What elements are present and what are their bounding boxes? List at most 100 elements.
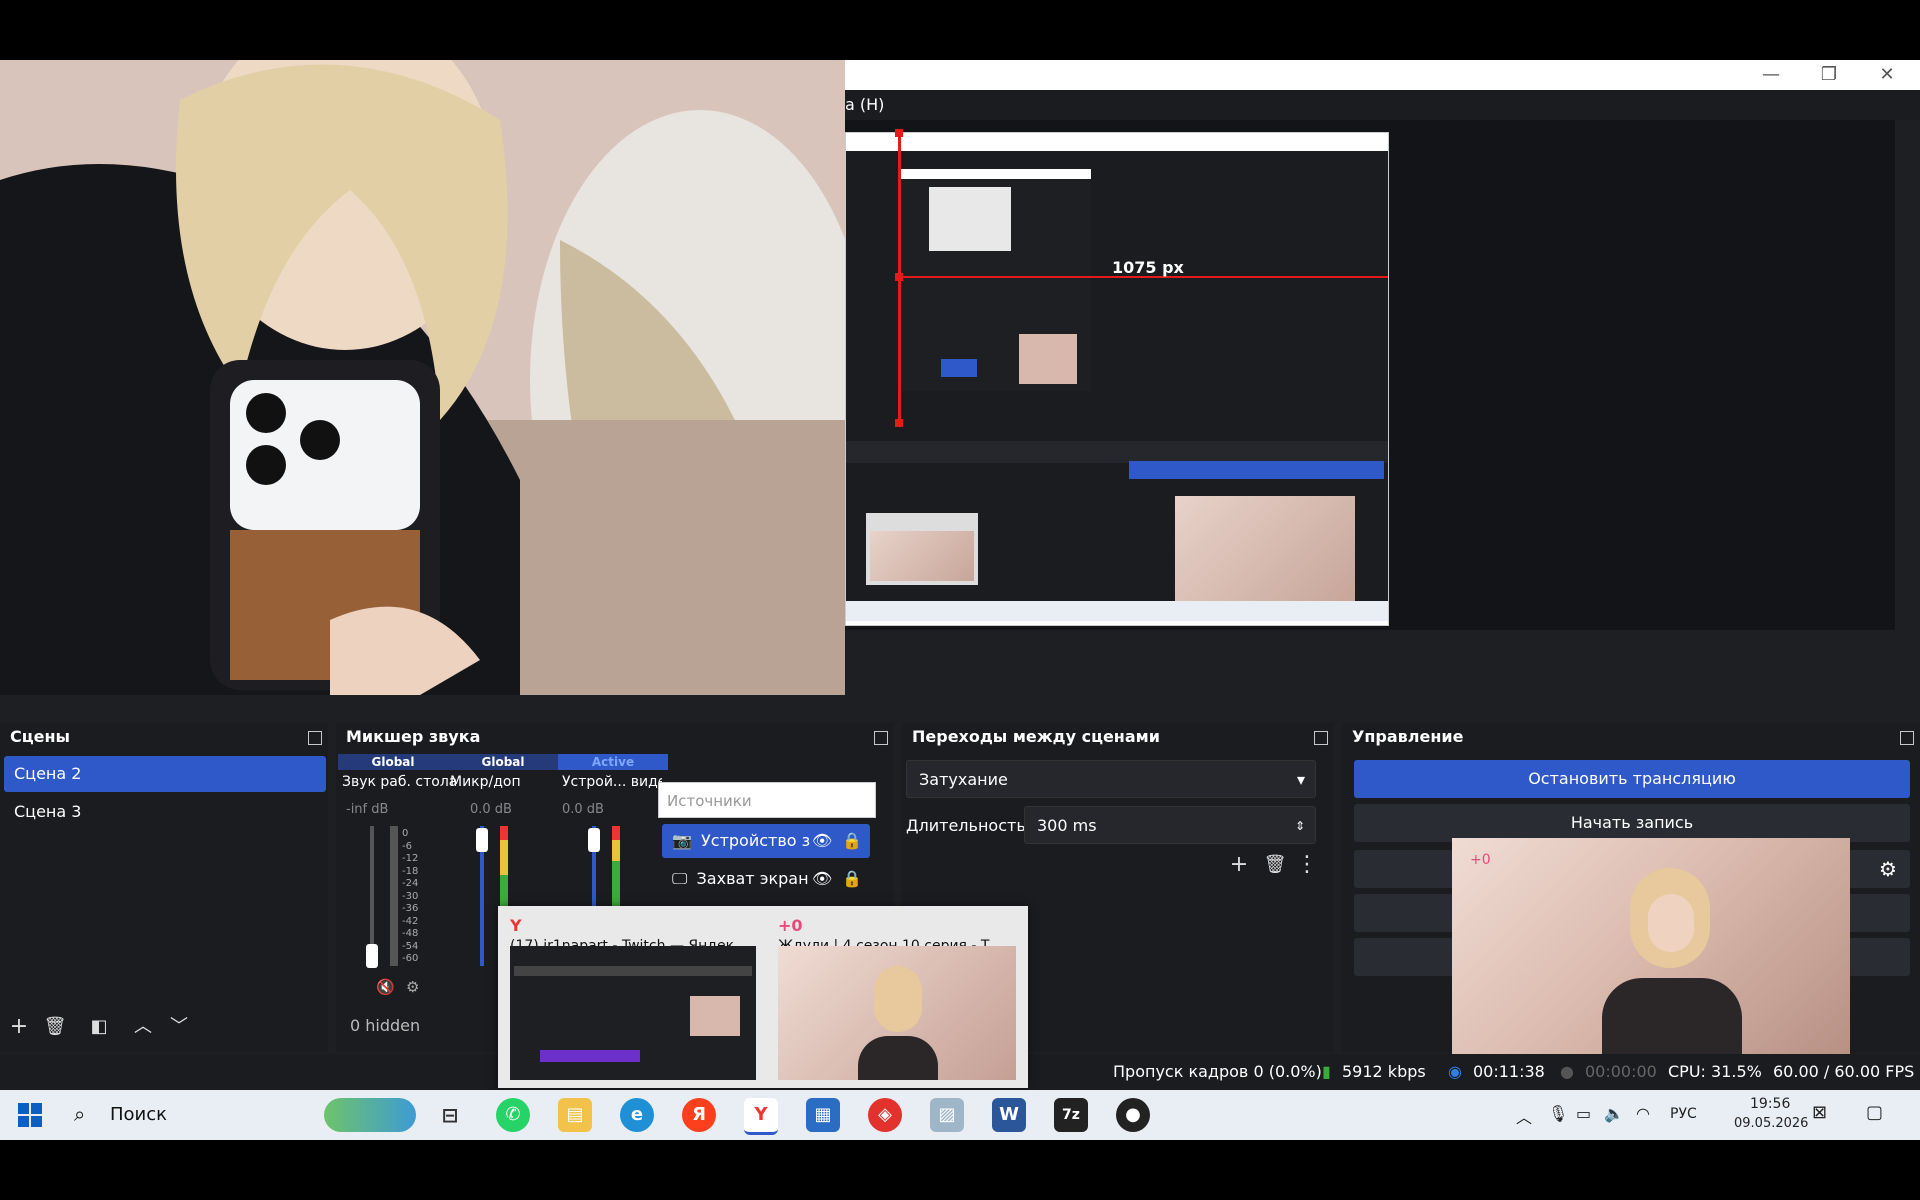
dimension-label: 1075 px bbox=[1112, 258, 1184, 277]
taskbar-search[interactable]: ⌕ Поиск bbox=[60, 1090, 416, 1140]
person-body bbox=[1602, 978, 1742, 1062]
stepper-icon[interactable]: ⇕ bbox=[1295, 807, 1305, 845]
calculator-icon[interactable]: ▦ bbox=[806, 1098, 840, 1132]
undock-icon[interactable] bbox=[1314, 731, 1328, 745]
sevenzip-icon[interactable]: 7z bbox=[1054, 1098, 1088, 1132]
undock-icon[interactable] bbox=[308, 731, 322, 745]
channel-name-mic[interactable]: Микр/доп bbox=[450, 774, 521, 790]
signal-icon: ▮ bbox=[1322, 1062, 1331, 1081]
nested-stop-button bbox=[1129, 461, 1384, 479]
gear-icon[interactable]: ⚙ bbox=[1866, 850, 1910, 888]
scenes-dock: Сцены Сцена 2 Сцена 3 + 🗑 ◧ ︿ ﹀ bbox=[0, 722, 328, 1052]
nested-video-thumbnail bbox=[1175, 496, 1355, 601]
scene-item-2[interactable]: Сцена 2 bbox=[4, 756, 326, 792]
slider-handle[interactable] bbox=[588, 828, 600, 852]
nested-taskbar-preview bbox=[866, 513, 978, 585]
trash-icon[interactable]: 🗑 bbox=[40, 1012, 70, 1042]
add-scene-icon[interactable]: + bbox=[4, 1012, 34, 1042]
close-button[interactable]: ✕ bbox=[1858, 60, 1916, 90]
selection-handle-bottom[interactable] bbox=[895, 419, 903, 427]
nested-window bbox=[901, 169, 1091, 391]
eye-icon[interactable]: 👁 bbox=[812, 824, 832, 858]
yandex-browser-icon: Y bbox=[510, 916, 522, 935]
chevron-up-icon[interactable]: ︿ bbox=[128, 1012, 158, 1042]
camera-icon: 📷 bbox=[672, 831, 692, 850]
sources-header: Источники bbox=[658, 782, 876, 818]
selection-handle-mid[interactable] bbox=[895, 273, 903, 281]
search-highlight-image bbox=[324, 1098, 416, 1132]
source-item-device[interactable]: 📷 Устройство з 👁 🔒 bbox=[662, 824, 870, 858]
yandex-icon[interactable]: Я bbox=[682, 1098, 716, 1132]
undock-icon[interactable] bbox=[874, 731, 888, 745]
stream-time: 00:11:38 bbox=[1473, 1062, 1545, 1081]
channel-name-device[interactable]: Устрой... видео bbox=[562, 774, 662, 790]
bitrate: 5912 kbps bbox=[1342, 1062, 1426, 1081]
edge-icon[interactable]: e bbox=[620, 1098, 654, 1132]
photos-icon[interactable]: ▨ bbox=[930, 1098, 964, 1132]
preview-source-capture[interactable]: 1075 px bbox=[845, 129, 1389, 626]
lock-icon[interactable]: 🔒 bbox=[842, 862, 862, 896]
channel-name-desktop[interactable]: Звук раб. стола bbox=[342, 774, 457, 790]
chevron-down-icon[interactable]: ﹀ bbox=[164, 1012, 194, 1042]
preview-thumbnail-twitch[interactable] bbox=[510, 946, 756, 1080]
language-indicator[interactable]: РУС bbox=[1670, 1106, 1697, 1122]
microphone-icon[interactable]: 🎙 bbox=[1548, 1104, 1568, 1123]
menu-item-help[interactable]: а (H) bbox=[845, 95, 884, 114]
transition-select[interactable]: Затухание ▾ bbox=[906, 760, 1316, 798]
clock-date[interactable]: 09.05.2026 bbox=[1734, 1116, 1808, 1131]
file-explorer-icon[interactable]: ▤ bbox=[558, 1098, 592, 1132]
windows-taskbar: ⌕ Поиск ⊟ ✆ ▤ e Я Y ▦ ◈ ▨ W 7z ● ︿ 🎙 ▭ 🔈… bbox=[0, 1090, 1920, 1140]
taskbar-preview-popup: Y (17) ir1napart - Twitch — Яндек... +0 … bbox=[498, 906, 1028, 1088]
source-item-screen[interactable]: 🖵 Захват экран 👁 🔒 bbox=[662, 862, 870, 896]
cpu-usage: CPU: 31.5% bbox=[1668, 1062, 1762, 1081]
stop-stream-button[interactable]: Остановить трансляцию bbox=[1354, 760, 1910, 798]
monitor-icon: 🖵 bbox=[672, 869, 688, 888]
battery-icon[interactable]: ▭ bbox=[1576, 1104, 1591, 1123]
windows-start-icon[interactable] bbox=[18, 1103, 42, 1127]
db-scale: 0 -6 -12 -18 -24 -30 -36 -42 -48 -54 -60 bbox=[402, 828, 419, 964]
clock-time[interactable]: 19:56 bbox=[1750, 1096, 1790, 1112]
game-bar-icon[interactable]: ⊠ bbox=[1812, 1102, 1827, 1123]
restore-button[interactable]: ❐ bbox=[1800, 60, 1858, 90]
lock-icon[interactable]: 🔒 bbox=[842, 824, 862, 858]
more-icon[interactable]: ⋮ bbox=[1292, 850, 1322, 880]
anydesk-icon[interactable]: ◈ bbox=[868, 1098, 902, 1132]
filter-icon[interactable]: ◧ bbox=[84, 1012, 114, 1042]
eye-icon[interactable]: 👁 bbox=[812, 862, 832, 896]
slider-handle[interactable] bbox=[366, 944, 378, 968]
controls-title: Управление bbox=[1352, 727, 1464, 746]
volume-icon[interactable]: 🔈 bbox=[1604, 1104, 1624, 1123]
slider-handle[interactable] bbox=[476, 828, 488, 852]
notifications-icon[interactable]: ▢ bbox=[1866, 1102, 1883, 1123]
level-meter bbox=[390, 826, 398, 966]
start-record-button[interactable]: Начать запись bbox=[1354, 804, 1910, 842]
mixer-title: Микшер звука bbox=[346, 727, 481, 746]
channel-level-device: 0.0 dB bbox=[562, 802, 604, 817]
gear-icon[interactable]: ⚙ bbox=[406, 978, 419, 996]
wifi-icon[interactable]: ◠ bbox=[1636, 1104, 1650, 1123]
video-thumbnail-overlay: +0 bbox=[1452, 838, 1850, 1062]
scene-item-3[interactable]: Сцена 3 bbox=[4, 794, 326, 830]
minimize-button[interactable]: — bbox=[1742, 60, 1800, 90]
trash-icon[interactable]: 🗑 bbox=[1260, 850, 1290, 880]
mute-icon[interactable]: 🔇 bbox=[376, 978, 395, 996]
scenes-title: Сцены bbox=[10, 727, 70, 746]
add-transition-icon[interactable]: + bbox=[1224, 850, 1254, 880]
task-view-icon[interactable]: ⊟ bbox=[433, 1098, 467, 1132]
menu-bar: а (H) bbox=[845, 90, 1920, 120]
obs-icon[interactable]: ● bbox=[1116, 1098, 1150, 1132]
whatsapp-icon[interactable]: ✆ bbox=[496, 1098, 530, 1132]
hidden-count[interactable]: 0 hidden bbox=[350, 1016, 420, 1035]
undock-icon[interactable] bbox=[1900, 731, 1914, 745]
record-icon: ● bbox=[1560, 1062, 1574, 1081]
word-icon[interactable]: W bbox=[992, 1098, 1026, 1132]
selection-handle-top[interactable] bbox=[895, 129, 903, 137]
preview-thumbnail-kion[interactable] bbox=[778, 946, 1016, 1080]
duration-input[interactable]: 300 ms ⇕ bbox=[1024, 806, 1316, 844]
transitions-title: Переходы между сценами bbox=[912, 727, 1160, 746]
record-time: 00:00:00 bbox=[1585, 1062, 1657, 1081]
chevron-up-icon[interactable]: ︿ bbox=[1516, 1104, 1532, 1128]
stream-icon: ◉ bbox=[1448, 1062, 1462, 1081]
person-face bbox=[1648, 894, 1694, 952]
yandex-browser-icon[interactable]: Y bbox=[744, 1098, 778, 1135]
